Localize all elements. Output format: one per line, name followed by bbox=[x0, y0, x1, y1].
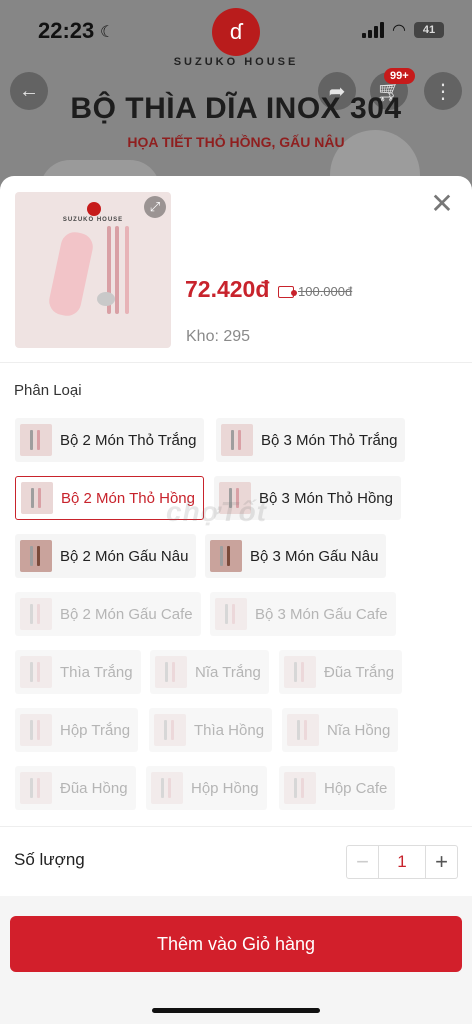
variant-option[interactable]: Bộ 2 Món Gấu Nâu bbox=[15, 534, 197, 578]
discount-tag-icon bbox=[278, 285, 297, 298]
variant-label: Bộ 2 Món Gấu Cafe bbox=[60, 605, 193, 623]
close-icon[interactable]: ✕ bbox=[428, 190, 456, 218]
variant-label: Nĩa Hồng bbox=[327, 721, 391, 739]
variant-label: Hộp Cafe bbox=[324, 779, 388, 797]
thumbnail-case bbox=[46, 229, 96, 319]
variant-thumbnail-icon bbox=[21, 482, 53, 514]
quantity-label: Số lượng bbox=[14, 850, 85, 869]
product-price: 72.420đ bbox=[185, 276, 270, 302]
variant-option-disabled: Thìa Hồng bbox=[149, 708, 273, 752]
thumbnail-utensil bbox=[115, 226, 119, 314]
hero-title: BỘ THÌA DĨA INOX 304 bbox=[70, 92, 402, 125]
variant-option[interactable]: Bộ 2 Món Thỏ Trắng bbox=[15, 418, 205, 462]
variant-option-disabled: Thìa Trắng bbox=[15, 650, 141, 694]
variant-option-disabled: Hộp Cafe bbox=[279, 766, 396, 810]
variant-label: Bộ 3 Món Thỏ Trắng bbox=[261, 431, 398, 449]
variant-label: Bộ 3 Món Thỏ Hồng bbox=[259, 489, 393, 507]
variant-thumbnail-icon bbox=[20, 656, 52, 688]
variant-label: Bộ 3 Món Gấu Nâu bbox=[250, 547, 379, 565]
variant-label: Hộp Hồng bbox=[191, 779, 259, 797]
stock-count: Kho: 295 bbox=[186, 328, 251, 345]
status-time: 22:23 bbox=[38, 18, 95, 43]
variant-thumbnail-icon bbox=[287, 714, 319, 746]
brand-name: SUZUKO HOUSE bbox=[173, 56, 299, 68]
variant-thumbnail-icon bbox=[155, 656, 187, 688]
moon-icon: ☾ bbox=[100, 24, 115, 41]
cart-count-badge: 99+ bbox=[384, 68, 415, 84]
variant-thumbnail-icon bbox=[20, 598, 52, 630]
thumbnail-logo bbox=[87, 202, 101, 216]
hero-subtitle: HỌA TIẾT THỎ HỒNG, GẤU NÂU bbox=[127, 134, 345, 150]
battery-icon: 41 bbox=[414, 22, 444, 38]
variant-option-disabled: Bộ 2 Món Gấu Cafe bbox=[15, 592, 201, 636]
variant-thumbnail-icon bbox=[154, 714, 186, 746]
variant-label: Đũa Trắng bbox=[324, 663, 395, 681]
variant-option[interactable]: Bộ 3 Món Gấu Nâu bbox=[205, 534, 387, 578]
status-icons: ◠ 41 bbox=[362, 20, 444, 40]
variant-thumbnail-icon bbox=[284, 656, 316, 688]
variant-option[interactable]: Bộ 3 Món Thỏ Trắng bbox=[216, 418, 406, 462]
variant-option-disabled: Nĩa Trắng bbox=[150, 650, 269, 694]
variant-label: Hộp Trắng bbox=[60, 721, 131, 739]
brand-logo: ɗ bbox=[212, 8, 260, 56]
variant-label: Thìa Hồng bbox=[194, 721, 265, 739]
variant-label: Nĩa Trắng bbox=[195, 663, 261, 681]
variant-label: Bộ 3 Món Gấu Cafe bbox=[255, 605, 388, 623]
watermark: chợTốt bbox=[166, 496, 268, 527]
variant-thumbnail-icon bbox=[20, 424, 52, 456]
variant-thumbnail-icon bbox=[210, 540, 242, 572]
quantity-increase-button[interactable]: + bbox=[425, 846, 457, 878]
variant-thumbnail-icon bbox=[221, 424, 253, 456]
variant-section-label: Phân Loại bbox=[14, 382, 82, 399]
quantity-stepper: − 1 + bbox=[346, 845, 458, 879]
thumbnail-spoon bbox=[97, 292, 115, 306]
variant-label: Thìa Trắng bbox=[60, 663, 133, 681]
variant-option-disabled: Nĩa Hồng bbox=[282, 708, 399, 752]
variant-label: Đũa Hồng bbox=[60, 779, 128, 797]
variant-label: Bộ 2 Món Gấu Nâu bbox=[60, 547, 189, 565]
add-to-cart-button[interactable]: Thêm vào Giỏ hàng bbox=[10, 916, 462, 972]
variant-option-disabled: Hộp Hồng bbox=[146, 766, 267, 810]
variant-option-disabled: Hộp Trắng bbox=[15, 708, 139, 752]
home-indicator bbox=[152, 1008, 320, 1013]
thumbnail-brand: SUZUKO HOUSE bbox=[62, 217, 124, 223]
variant-thumbnail-icon bbox=[151, 772, 183, 804]
divider bbox=[0, 362, 472, 363]
variant-label: Bộ 2 Món Thỏ Trắng bbox=[60, 431, 197, 449]
original-price: 100.000đ bbox=[298, 284, 353, 299]
variant-thumbnail-icon bbox=[284, 772, 316, 804]
variant-option-disabled: Bộ 3 Món Gấu Cafe bbox=[210, 592, 396, 636]
variant-thumbnail-icon bbox=[20, 714, 52, 746]
variant-thumbnail-icon bbox=[20, 540, 52, 572]
signal-icon bbox=[362, 22, 385, 38]
thumbnail-utensil bbox=[125, 226, 129, 314]
divider bbox=[0, 826, 472, 827]
expand-icon[interactable]: ⤢ bbox=[144, 196, 166, 218]
variant-option-disabled: Đũa Trắng bbox=[279, 650, 403, 694]
quantity-value[interactable]: 1 bbox=[379, 846, 425, 878]
original-price-group: 100.000đ bbox=[278, 284, 352, 299]
quantity-decrease-button[interactable]: − bbox=[347, 846, 379, 878]
variant-thumbnail-icon bbox=[20, 772, 52, 804]
variant-option-disabled: Đũa Hồng bbox=[15, 766, 136, 810]
wifi-icon: ◠ bbox=[392, 22, 406, 39]
variant-thumbnail-icon bbox=[215, 598, 247, 630]
variant-sheet: SUZUKO HOUSE ⤢ ✕ 72.420đ 100.000đ Kho: 2… bbox=[0, 176, 472, 1024]
